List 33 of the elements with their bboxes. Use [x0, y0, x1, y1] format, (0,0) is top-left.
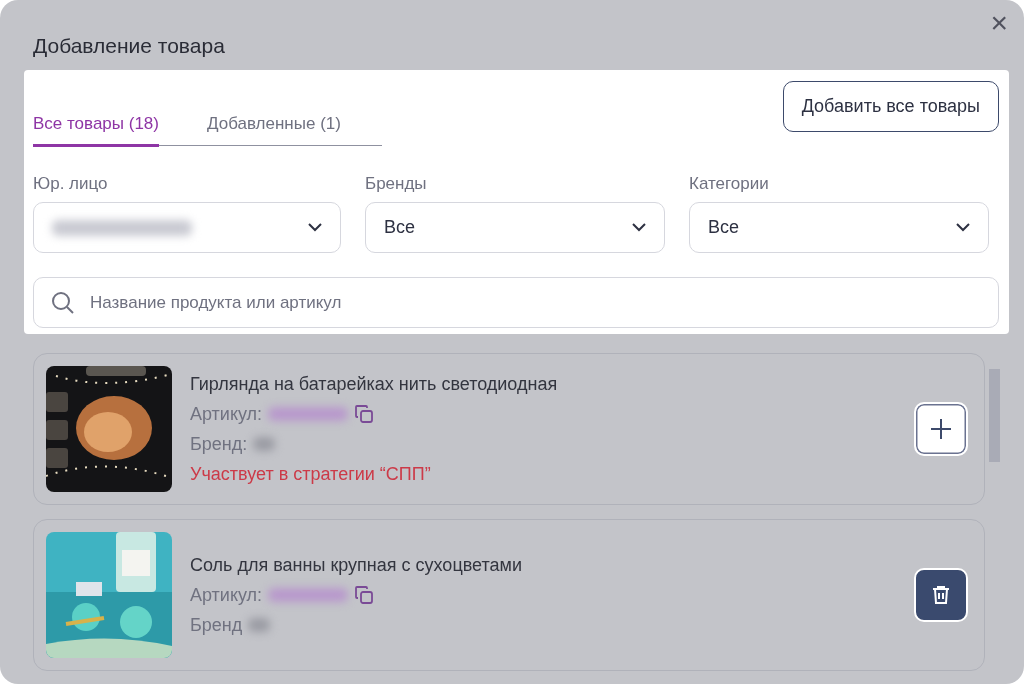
chevron-down-icon — [956, 223, 970, 232]
chevron-down-icon — [308, 223, 322, 232]
select-value: Все — [708, 217, 740, 238]
field-label: Юр. лицо — [33, 174, 109, 194]
plus-icon — [930, 418, 952, 440]
field-label: Категории — [689, 174, 770, 194]
redacted-value — [253, 437, 276, 451]
dropdown[interactable]: Все — [689, 202, 989, 253]
product-name: Соль для ванны крупная с сухоцветами — [190, 554, 523, 576]
brand-label: Бренд — [190, 614, 243, 636]
product-name: Гирлянда на батарейках нить светодиодная — [190, 373, 559, 395]
dropdown[interactable]: Все — [365, 202, 665, 253]
tab[interactable]: Добавленные (1) — [207, 114, 341, 147]
strategy-note: Участвует в стратегии “СПП” — [190, 463, 432, 485]
close-button[interactable]: × — [986, 8, 1012, 38]
trash-icon — [932, 585, 950, 605]
dialog-title: Добавление товара — [33, 34, 225, 58]
tab[interactable]: Все товары (18) — [33, 114, 159, 147]
article-label: Артикул: — [190, 584, 263, 606]
select-value: Все — [384, 217, 416, 238]
copy-icon[interactable] — [354, 404, 375, 424]
add-all-button[interactable]: Добавить все товары — [782, 81, 999, 132]
search-field[interactable]: Название продукта или артикул — [33, 277, 999, 328]
add-button[interactable] — [914, 402, 968, 456]
chevron-down-icon — [632, 223, 646, 232]
brand-label: Бренд: — [190, 433, 248, 455]
search-icon — [51, 291, 75, 315]
article-label: Артикул: — [190, 403, 263, 425]
redacted-value — [248, 618, 271, 632]
copy-icon[interactable] — [354, 585, 375, 605]
remove-button[interactable] — [914, 568, 968, 622]
scrollbar-thumb[interactable] — [989, 369, 1000, 462]
field-label: Бренды — [365, 174, 428, 194]
